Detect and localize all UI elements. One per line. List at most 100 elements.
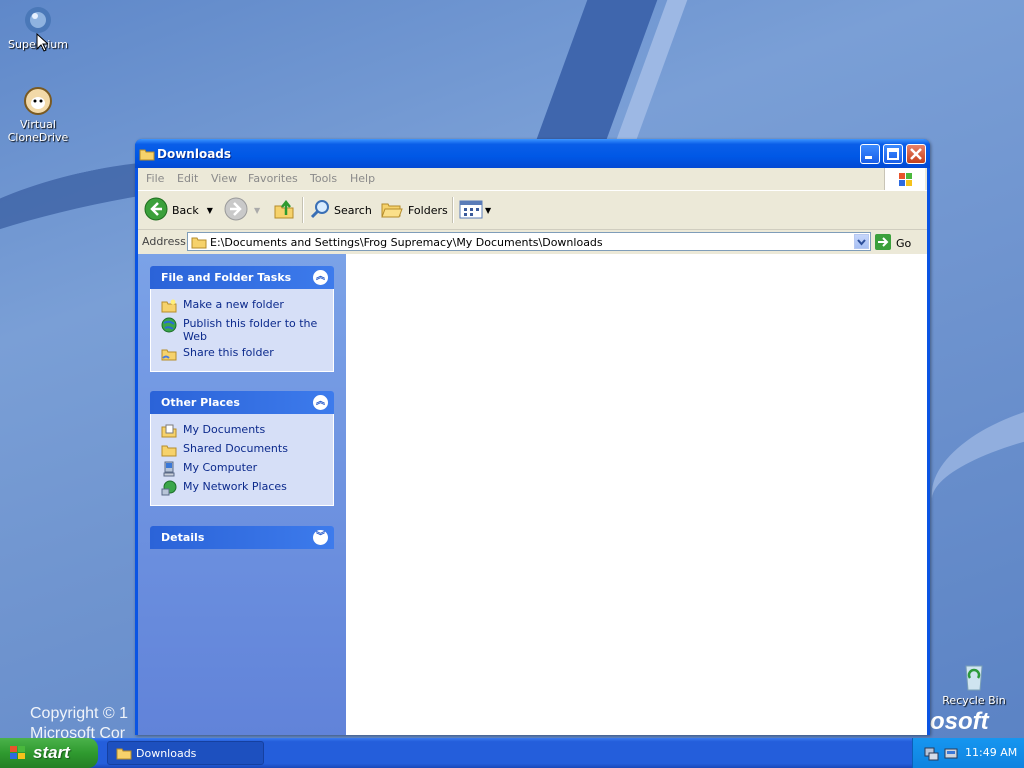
folder-icon	[116, 746, 132, 763]
clock: 11:49 AM	[965, 746, 1018, 759]
start-button[interactable]: start	[0, 738, 98, 768]
up-folder-icon	[272, 197, 296, 224]
desktop-icon-virtual-clonedrive[interactable]: Virtual CloneDrive	[3, 84, 73, 144]
place-label: Shared Documents	[183, 442, 288, 455]
file-folder-tasks-panel: File and Folder Tasks ︽ Make a new folde…	[150, 266, 334, 372]
menu-tools[interactable]: Tools	[310, 172, 337, 185]
close-button[interactable]	[906, 144, 926, 164]
address-dropdown-button[interactable]	[854, 234, 869, 249]
new-folder-icon	[161, 298, 177, 314]
details-panel: Details ︾	[150, 526, 334, 549]
back-arrow-icon	[144, 197, 168, 224]
minimize-button[interactable]	[860, 144, 880, 164]
copyright-line: Copyright © 1	[30, 705, 129, 722]
menu-file[interactable]: File	[146, 172, 164, 185]
collapse-chevron-icon[interactable]: ︽	[313, 270, 328, 285]
go-label: Go	[896, 237, 912, 250]
back-dropdown-icon[interactable]: ▼	[207, 206, 213, 215]
file-list-area[interactable]	[346, 254, 927, 735]
superbium-icon	[22, 4, 54, 36]
tray-network-icon[interactable]	[923, 745, 939, 764]
folder-icon	[191, 235, 207, 252]
search-button[interactable]: Search	[308, 198, 372, 222]
views-icon	[458, 198, 484, 223]
menu-favorites[interactable]: Favorites	[248, 172, 298, 185]
go-arrow-icon	[874, 233, 892, 254]
menu-edit[interactable]: Edit	[177, 172, 198, 185]
address-input[interactable]: E:\Documents and Settings\Frog Supremacy…	[187, 232, 871, 251]
toolbar: Back ▼ ▼ Search Folders ▼	[138, 191, 927, 230]
recycle-bin-icon	[958, 660, 990, 692]
other-places-panel: Other Places ︽ My Documents Shared Docum…	[150, 391, 334, 506]
collapse-chevron-icon[interactable]: ︽	[313, 395, 328, 410]
panel-title: File and Folder Tasks	[161, 271, 292, 284]
windows-flag-icon	[9, 745, 27, 764]
other-places-header[interactable]: Other Places ︽	[150, 391, 334, 414]
title-bar[interactable]: Downloads	[135, 139, 930, 168]
explorer-window: Downloads File Edit View Favorites Tools…	[135, 139, 930, 735]
taskbar: start Downloads 11:49 AM	[0, 738, 1024, 768]
forward-dropdown-icon[interactable]: ▼	[254, 206, 260, 215]
task-link-label: Make a new folder	[183, 298, 284, 311]
task-link-label: Publish this folder to the Web	[183, 317, 318, 343]
share-folder-link[interactable]: Share this folder	[161, 346, 333, 362]
my-computer-link[interactable]: My Computer	[161, 461, 333, 477]
back-button[interactable]: Back ▼	[144, 197, 213, 224]
desktop-brand: osoft	[930, 708, 989, 735]
system-tray: 11:49 AM	[912, 738, 1024, 768]
menu-bar: File Edit View Favorites Tools Help	[138, 168, 927, 191]
window-title: Downloads	[157, 147, 232, 161]
network-icon	[161, 480, 177, 496]
computer-icon	[161, 461, 177, 477]
details-header[interactable]: Details ︾	[150, 526, 334, 549]
taskbar-item-downloads[interactable]: Downloads	[107, 741, 264, 765]
folders-button[interactable]: Folders	[380, 198, 448, 222]
address-label: Address	[142, 235, 186, 248]
folders-label: Folders	[408, 203, 448, 217]
sheep-icon	[22, 84, 54, 116]
address-bar: Address E:\Documents and Settings\Frog S…	[138, 230, 927, 254]
my-network-places-link[interactable]: My Network Places	[161, 480, 333, 496]
menu-view[interactable]: View	[211, 172, 237, 185]
folders-icon	[380, 197, 404, 224]
folder-icon	[139, 147, 155, 164]
publish-folder-link[interactable]: Publish this folder to the Web	[161, 317, 333, 343]
taskbar-item-label: Downloads	[136, 747, 197, 760]
my-documents-icon	[161, 423, 177, 439]
shared-folder-icon	[161, 442, 177, 458]
mouse-cursor-icon	[36, 32, 50, 55]
task-link-label: Share this folder	[183, 346, 274, 359]
search-label: Search	[334, 203, 372, 217]
make-new-folder-link[interactable]: Make a new folder	[161, 298, 333, 314]
globe-icon	[161, 317, 177, 333]
start-label: start	[33, 743, 70, 762]
forward-arrow-icon	[224, 197, 248, 224]
place-label: My Documents	[183, 423, 266, 436]
tray-device-icon[interactable]	[943, 745, 959, 764]
windows-logo-icon	[884, 168, 925, 190]
share-folder-icon	[161, 346, 177, 362]
back-label: Back	[172, 203, 199, 217]
toolbar-separator	[452, 197, 454, 223]
panel-title: Other Places	[161, 396, 240, 409]
my-documents-link[interactable]: My Documents	[161, 423, 333, 439]
panel-title: Details	[161, 531, 205, 544]
place-label: My Computer	[183, 461, 258, 474]
panel-body: Make a new folder Publish this folder to…	[150, 289, 334, 372]
menu-help[interactable]: Help	[350, 172, 375, 185]
shared-documents-link[interactable]: Shared Documents	[161, 442, 333, 458]
file-folder-tasks-header[interactable]: File and Folder Tasks ︽	[150, 266, 334, 289]
expand-chevron-icon[interactable]: ︾	[313, 530, 328, 545]
forward-button[interactable]: ▼	[224, 197, 260, 224]
wallpaper-swoosh-right	[919, 375, 1024, 575]
place-label: My Network Places	[183, 480, 287, 493]
go-button[interactable]: Go	[874, 233, 911, 254]
desktop-icon-recycle-bin[interactable]: Recycle Bin	[939, 660, 1009, 707]
up-folder-button[interactable]	[272, 198, 296, 222]
task-pane: File and Folder Tasks ︽ Make a new folde…	[138, 254, 346, 735]
views-button[interactable]: ▼	[458, 198, 491, 222]
address-path: E:\Documents and Settings\Frog Supremacy…	[210, 236, 603, 249]
views-dropdown-icon: ▼	[485, 205, 492, 215]
toolbar-separator	[302, 197, 304, 223]
maximize-button[interactable]	[883, 144, 903, 164]
